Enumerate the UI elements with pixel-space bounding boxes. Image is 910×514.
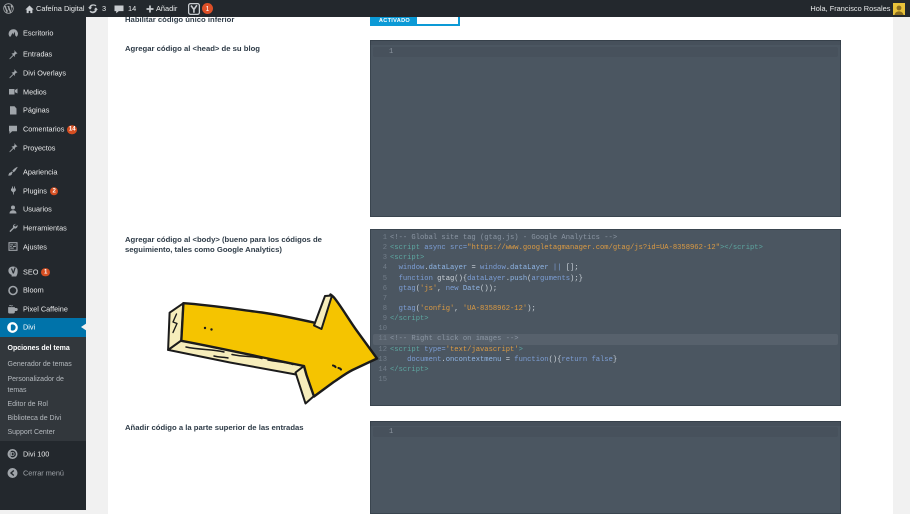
svg-text:D: D — [11, 452, 15, 458]
svg-text:1: 1 — [206, 6, 210, 13]
